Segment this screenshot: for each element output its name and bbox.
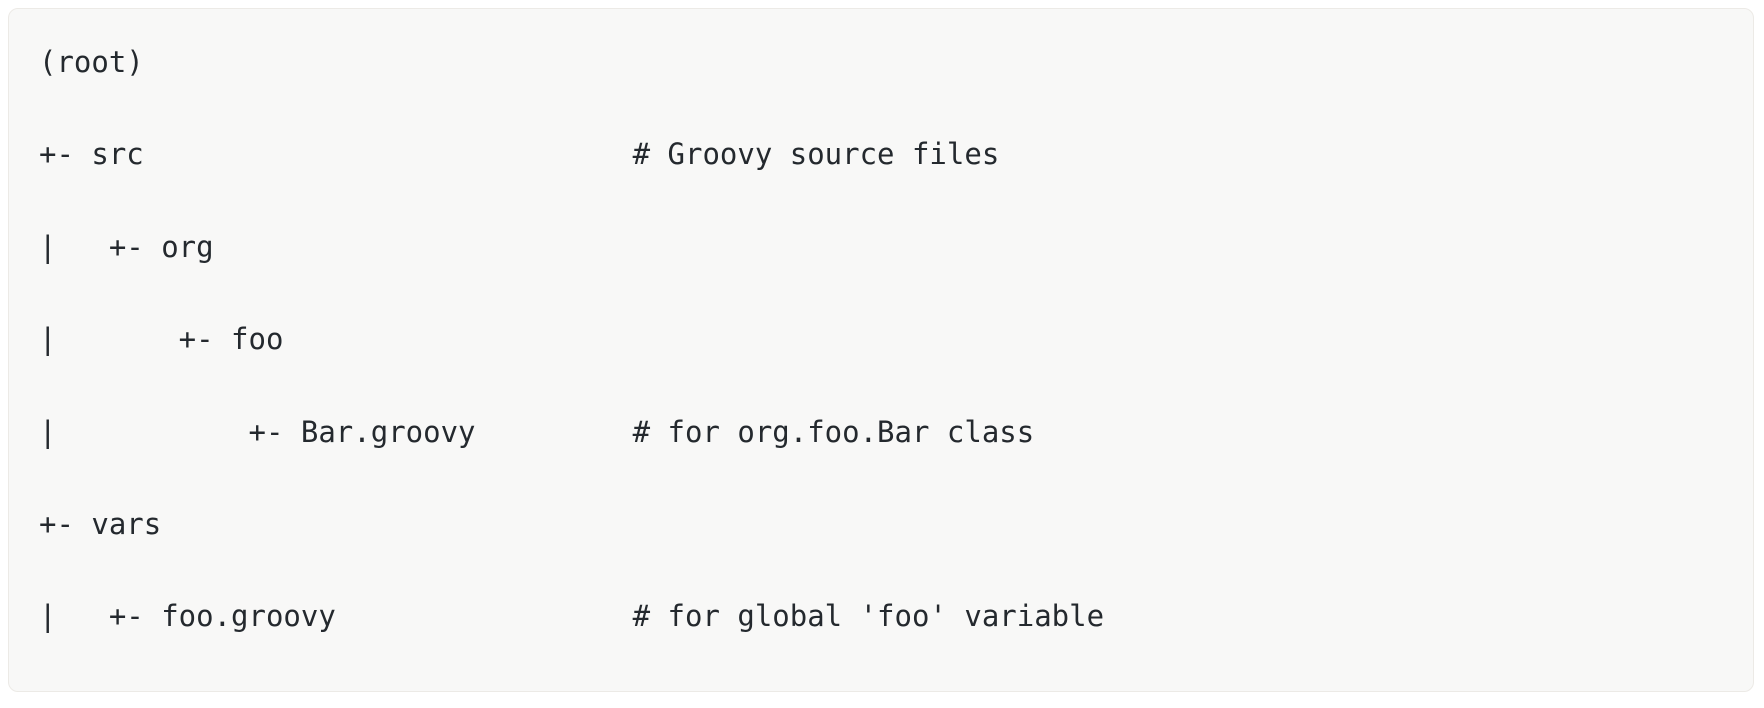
tree-path: (root) (39, 45, 144, 79)
tree-path: | +- foo.groovy (39, 599, 633, 634)
tree-comment: # for org.foo.Bar class (632, 414, 1035, 449)
tree-comment: # for global 'foo' variable (632, 599, 1105, 634)
tree-line: | +- foo (39, 316, 1753, 362)
tree-line: | +- Bar.groovy # for org.foo.Bar class (39, 409, 1753, 455)
tree-line: (root) (39, 39, 1753, 85)
tree-line: +- src # Groovy source files (39, 131, 1753, 177)
tree-line: | +- foo.txt # help for 'foo' variable (39, 686, 1753, 691)
tree-line: +- vars (39, 501, 1753, 547)
tree-path: +- src (39, 137, 633, 172)
code-listing[interactable]: (root) +- src # Groovy source files | +-… (9, 9, 1753, 691)
tree-path: +- vars (39, 507, 162, 542)
tree-line: | +- org (39, 224, 1753, 270)
tree-path: | +- org (39, 229, 214, 264)
tree-path: | +- foo (39, 322, 284, 357)
tree-comment: # Groovy source files (632, 137, 1000, 172)
code-block: (root) +- src # Groovy source files | +-… (8, 8, 1754, 692)
tree-line: | +- foo.groovy # for global 'foo' varia… (39, 593, 1753, 639)
tree-path: | +- Bar.groovy (39, 414, 633, 449)
